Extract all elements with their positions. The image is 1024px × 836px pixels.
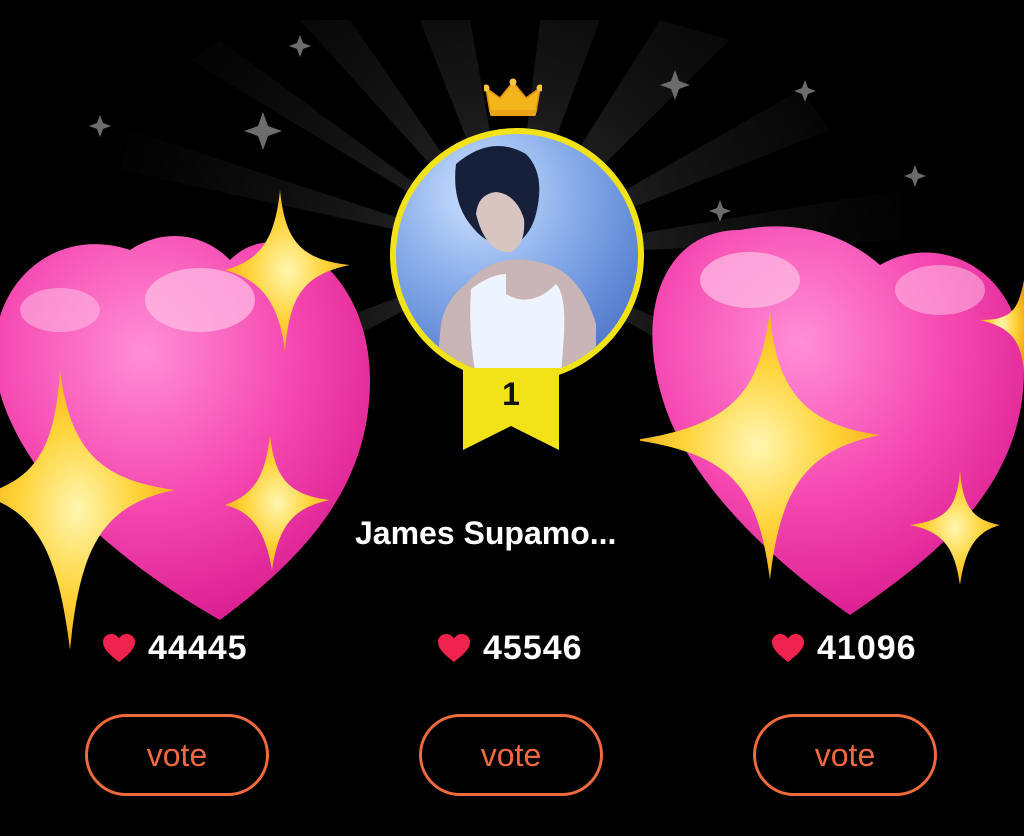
pink-heart-sticker-left — [0, 190, 370, 650]
vote-button-left[interactable]: vote — [85, 714, 269, 796]
status-bar — [0, 0, 1024, 20]
avatar — [396, 134, 638, 376]
vote-button-right[interactable]: vote — [753, 714, 937, 796]
center-candidate-name: James Supamo... — [355, 515, 617, 551]
center-like-count: 45546 — [437, 626, 583, 670]
winner-avatar-frame[interactable] — [390, 128, 644, 382]
vote-button-center[interactable]: vote — [419, 714, 603, 796]
rank-number: 1 — [502, 376, 520, 412]
like-count-value: 45546 — [483, 628, 583, 667]
pink-heart-sticker-right — [640, 226, 1024, 615]
crown-icon — [484, 78, 542, 116]
heart-icon — [438, 634, 470, 662]
avatar-photo — [436, 146, 596, 376]
